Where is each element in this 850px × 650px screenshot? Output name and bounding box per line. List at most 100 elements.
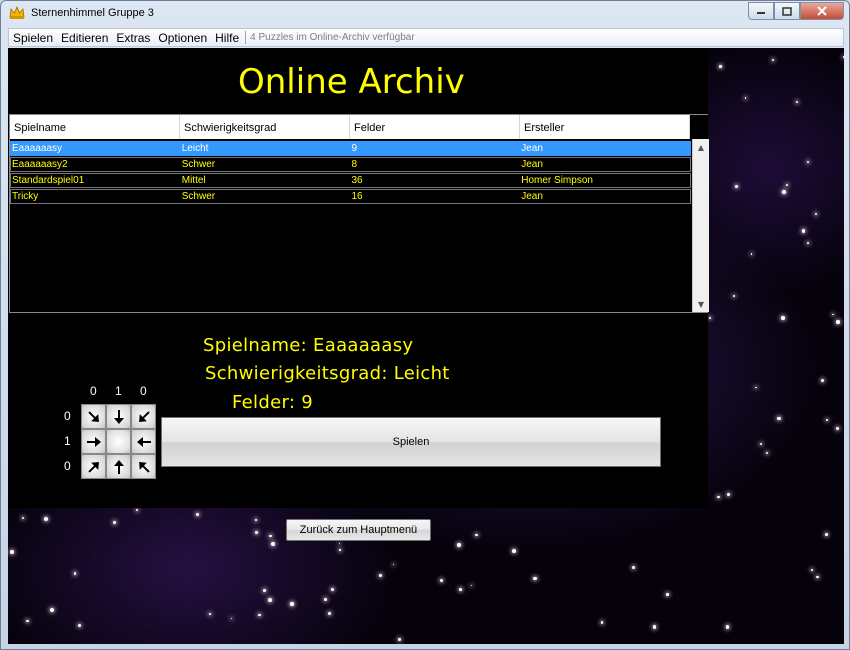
star-decoration — [708, 316, 712, 319]
star-decoration — [785, 184, 788, 187]
menu-spielen[interactable]: Spielen — [9, 31, 57, 45]
menu-extras[interactable]: Extras — [112, 31, 154, 45]
star-decoration — [459, 588, 462, 591]
detail-felder: Felder: 9 — [232, 392, 313, 413]
scroll-up-icon[interactable]: ▲ — [693, 141, 709, 155]
star-decoration — [73, 571, 77, 575]
table-row[interactable]: Eaaaaaasy Leicht 9 Jean — [10, 141, 691, 156]
star-decoration — [771, 59, 774, 62]
star-decoration — [136, 508, 139, 511]
play-button[interactable]: Spielen — [161, 417, 661, 467]
back-to-main-menu-button[interactable]: Zurück zum Hauptmenü — [286, 519, 431, 541]
star-decoration — [290, 602, 294, 606]
star-decoration — [263, 588, 267, 592]
window-title: Sternenhimmel Gruppe 3 — [31, 7, 154, 19]
star-decoration — [398, 638, 402, 642]
column-header-ersteller[interactable]: Ersteller — [520, 115, 690, 139]
crown-icon — [9, 6, 25, 19]
column-count-label: 0 — [140, 384, 147, 398]
star-decoration — [717, 495, 720, 499]
table-row[interactable]: Tricky Schwer 16 Jean — [10, 189, 691, 204]
star-decoration — [195, 512, 200, 516]
grid-cell — [106, 454, 131, 479]
close-button[interactable] — [800, 2, 844, 20]
star-decoration — [831, 313, 834, 316]
star-decoration — [600, 621, 604, 624]
row-count-label: 1 — [64, 434, 71, 448]
star-decoration — [339, 549, 341, 551]
grid-cell — [81, 404, 106, 429]
star-decoration — [750, 253, 753, 256]
table-cell: Leicht — [181, 143, 209, 154]
star-decoration — [821, 378, 825, 382]
star-decoration — [632, 565, 635, 569]
star-decoration — [254, 530, 259, 534]
grid-cell — [131, 454, 156, 479]
grid-cell — [81, 454, 106, 479]
star-decoration — [825, 419, 828, 421]
close-icon — [817, 6, 827, 16]
star-decoration — [796, 101, 799, 104]
star-decoration — [801, 228, 806, 233]
table-cell: 36 — [351, 175, 363, 186]
archive-panel: Online Archiv Spielname Schwierigkeitsgr… — [8, 48, 709, 508]
star-decoration — [379, 573, 383, 578]
table-row[interactable]: Eaaaaaasy2 Schwer 8 Jean — [10, 157, 691, 172]
grid-cell — [106, 429, 131, 454]
star-decoration — [777, 417, 781, 421]
grid-cell — [81, 429, 106, 454]
star-decoration — [392, 563, 395, 566]
star-decoration — [10, 549, 15, 554]
row-count-label: 0 — [64, 459, 71, 473]
star-decoration — [475, 533, 478, 537]
star-decoration — [816, 576, 819, 579]
menu-optionen[interactable]: Optionen — [154, 31, 211, 45]
arrow-right-icon — [86, 436, 101, 447]
menu-hilfe[interactable]: Hilfe — [211, 31, 243, 45]
main-content: Online Archiv Spielname Schwierigkeitsgr… — [8, 48, 844, 644]
window-controls — [748, 2, 844, 20]
row-count-label: 0 — [64, 409, 71, 423]
scroll-down-icon[interactable]: ▼ — [693, 298, 709, 312]
grid-cell — [131, 404, 156, 429]
table-body: Eaaaaaasy Leicht 9 Jean Eaaaaaasy2 Schwer 8 Jea… — [10, 140, 691, 204]
star-decoration — [842, 56, 844, 58]
star-decoration — [727, 493, 731, 497]
star-decoration — [755, 386, 757, 389]
star-decoration — [734, 184, 739, 189]
star-decoration — [209, 613, 211, 616]
maximize-button[interactable] — [774, 2, 800, 20]
star-decoration — [323, 597, 328, 602]
star-decoration — [836, 319, 840, 324]
page-title: Online Archiv — [238, 62, 465, 102]
star-decoration — [725, 625, 730, 629]
menu-separator — [245, 31, 247, 44]
star-decoration — [338, 542, 341, 545]
column-header-felder[interactable]: Felder — [350, 115, 520, 139]
star-decoration — [77, 623, 82, 628]
table-row[interactable]: Standardspiel01 Mittel 36 Homer Simpson — [10, 173, 691, 188]
grid-cell — [131, 429, 156, 454]
star-decoration — [666, 593, 669, 596]
star-decoration — [811, 569, 813, 571]
table-cell: 9 — [351, 143, 358, 154]
column-header-spielname[interactable]: Spielname — [10, 115, 180, 139]
table-cell: Eaaaaaasy2 — [12, 159, 68, 170]
column-count-label: 1 — [115, 384, 122, 398]
table-cell: Schwer — [181, 159, 216, 170]
star-decoration — [719, 65, 723, 68]
puzzle-preview-grid — [81, 404, 156, 479]
menu-editieren[interactable]: Editieren — [57, 31, 112, 45]
minimize-button[interactable] — [748, 2, 774, 20]
arrow-up-right-icon — [87, 461, 99, 473]
table-scrollbar[interactable]: ▲ ▼ — [692, 139, 709, 312]
star-decoration — [269, 534, 272, 538]
table-cell: Schwer — [181, 191, 216, 202]
column-header-schwierigkeitsgrad[interactable]: Schwierigkeitsgrad — [180, 115, 350, 139]
star-decoration — [44, 517, 49, 522]
title-bar[interactable]: Sternenhimmel Gruppe 3 — [1, 1, 849, 27]
star-decoration — [814, 212, 817, 215]
table-cell: Jean — [521, 143, 543, 154]
star-decoration — [268, 597, 273, 602]
table-cell: Standardspiel01 — [12, 175, 85, 186]
